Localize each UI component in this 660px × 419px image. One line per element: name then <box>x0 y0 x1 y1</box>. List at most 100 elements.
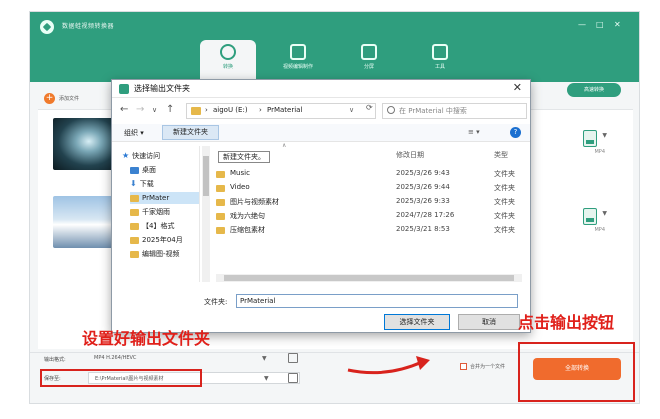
address-row: ← → ∨ ↑ › aigoU (E:) › PrMaterial ∨ ⟳ 在 … <box>112 102 530 120</box>
nav-item-folder[interactable]: 2025年04月 <box>130 234 183 246</box>
file-row[interactable]: Music 2025/3/26 9:43 文件夹 <box>216 168 516 181</box>
select-folder-button[interactable]: 选择文件夹 <box>384 314 450 330</box>
tab-convert[interactable]: 转换 <box>200 40 256 82</box>
video-thumbnail <box>53 196 118 248</box>
video-thumbnail <box>53 118 118 170</box>
merge-label: 合并为一个文件 <box>470 364 506 370</box>
folder-icon <box>130 208 139 216</box>
merge-option[interactable]: 合并为一个文件 <box>460 363 505 370</box>
close-button[interactable]: ✕ <box>614 20 621 30</box>
download-icon: ⬇ <box>130 179 137 188</box>
minimize-button[interactable]: — <box>578 20 586 30</box>
horizontal-scrollbar[interactable] <box>216 274 522 282</box>
tab-tools[interactable]: 工具 <box>412 40 468 82</box>
folder-icon <box>216 185 225 192</box>
nav-item-quick-access[interactable]: ★ 快速访问 <box>122 150 160 162</box>
column-date[interactable]: 修改日期 <box>396 150 424 160</box>
image-edit-icon <box>290 44 306 60</box>
scroll-thumb[interactable] <box>203 156 209 196</box>
folder-icon <box>191 107 201 115</box>
format-badge: MP4 <box>594 227 605 233</box>
dialog-title: 选择输出文件夹 <box>134 84 190 93</box>
search-input[interactable]: 在 PrMaterial 中搜索 <box>382 103 527 119</box>
breadcrumb-folder[interactable]: PrMaterial <box>267 106 302 114</box>
folder-icon <box>130 236 139 244</box>
nav-item-desktop[interactable]: 桌面 <box>130 164 156 176</box>
folder-name-input[interactable]: PrMaterial <box>236 294 518 308</box>
chevron-down-icon[interactable]: ∨ <box>349 106 354 114</box>
folder-icon <box>216 199 225 206</box>
column-type[interactable]: 类型 <box>494 150 508 160</box>
plus-icon: + <box>44 92 55 104</box>
folder-icon <box>130 250 139 258</box>
nav-item-folder[interactable]: 千家烟雨 <box>130 206 170 218</box>
up-arrow-icon[interactable]: ↑ <box>166 104 174 115</box>
folder-icon[interactable] <box>288 373 298 383</box>
toolbox-icon <box>432 44 448 60</box>
address-bar[interactable]: › aigoU (E:) › PrMaterial ∨ <box>186 103 376 119</box>
search-icon <box>387 106 395 114</box>
tab-tools-label: 工具 <box>434 64 445 70</box>
app-title: 数据蛙视频转换器 <box>62 23 115 30</box>
new-folder-button[interactable]: 新建文件夹 <box>162 125 219 140</box>
dialog-close-button[interactable]: ✕ <box>513 81 522 94</box>
organize-menu[interactable]: 组织 ▾ <box>124 128 144 138</box>
forward-arrow-icon[interactable]: → <box>136 104 144 115</box>
file-settings-icon[interactable] <box>288 353 298 363</box>
new-folder-tooltip: 新建文件夹。 <box>218 151 270 163</box>
tab-video-edit[interactable]: 视频编辑制作 <box>270 40 326 82</box>
app-header: 数据蛙视频转换器 — □ ✕ 转换 视频编辑制作 分屏 工具 <box>30 12 639 82</box>
breadcrumb-drive[interactable]: aigoU (E:) <box>213 106 248 114</box>
nav-item-downloads[interactable]: ⬇ 下载 <box>130 178 154 190</box>
high-speed-convert-button[interactable]: 高速转换 <box>567 83 621 97</box>
output-format-icon[interactable] <box>583 130 597 147</box>
navigation-pane: ★ 快速访问 桌面 ⬇ 下载 PrMater 千家烟雨 【4】格式 2025年0… <box>116 146 200 282</box>
app-window: 数据蛙视频转换器 — □ ✕ 转换 视频编辑制作 分屏 工具 + 添加文件 高速… <box>29 11 640 404</box>
file-row[interactable]: 压缩包素材 2025/3/21 8:53 文件夹 <box>216 224 516 237</box>
star-icon: ★ <box>122 151 130 160</box>
output-format-select[interactable]: MP4 H.264/HEVC <box>88 352 300 364</box>
dialog-title-bar: 选择输出文件夹 ✕ <box>112 80 530 98</box>
help-icon[interactable]: ? <box>510 127 521 138</box>
app-logo-icon <box>119 84 129 94</box>
annotation-click-output: 点击输出按钮 <box>518 313 615 332</box>
refresh-icon[interactable]: ⟳ <box>366 103 373 112</box>
save-path-highlight <box>40 369 202 387</box>
tab-split-screen[interactable]: 分屏 <box>341 40 397 82</box>
convert-button-highlight <box>518 342 635 402</box>
add-file-button[interactable]: + 添加文件 <box>44 92 79 104</box>
view-options-icon[interactable]: ≡ ▾ <box>468 128 480 136</box>
convert-icon <box>220 44 236 60</box>
chevron-down-icon[interactable]: ▼ <box>602 132 607 139</box>
folder-icon <box>216 171 225 178</box>
add-file-label: 添加文件 <box>59 95 80 102</box>
nav-item-folder[interactable]: 【4】格式 <box>130 220 174 232</box>
output-format-icon[interactable] <box>583 208 597 225</box>
file-row[interactable]: 戏为六绝句 2024/7/28 17:26 文件夹 <box>216 210 516 223</box>
merge-checkbox[interactable] <box>460 363 467 370</box>
maximize-button[interactable]: □ <box>596 20 604 30</box>
file-row[interactable]: 图片与视频素材 2025/3/26 9:33 文件夹 <box>216 196 516 209</box>
chevron-down-icon[interactable]: ▼ <box>264 375 269 382</box>
nav-item-prmaterial[interactable]: PrMater <box>130 192 199 204</box>
format-badge: MP4 <box>594 149 605 155</box>
split-screen-icon <box>361 44 377 60</box>
back-arrow-icon[interactable]: ← <box>120 104 128 115</box>
chevron-down-icon[interactable]: ▼ <box>602 210 607 217</box>
app-logo-icon <box>40 20 54 34</box>
chevron-down-icon[interactable]: ∨ <box>152 106 157 114</box>
folder-icon <box>130 194 139 202</box>
sort-arrow-icon: ∧ <box>282 142 287 149</box>
folder-icon <box>216 227 225 234</box>
cancel-button[interactable]: 取消 <box>458 314 520 330</box>
folder-icon <box>130 222 139 230</box>
select-output-folder-dialog: 选择输出文件夹 ✕ ← → ∨ ↑ › aigoU (E:) › PrMater… <box>111 79 531 333</box>
output-format-label: 输出格式: <box>44 357 66 363</box>
nav-item-folder[interactable]: 编辑图-视频 <box>130 248 180 260</box>
tab-convert-label: 转换 <box>222 64 233 70</box>
folder-row: 文件夹: PrMaterial <box>112 294 530 310</box>
chevron-down-icon[interactable]: ▼ <box>262 355 267 362</box>
file-row[interactable]: Video 2025/3/26 9:44 文件夹 <box>216 182 516 195</box>
nav-scrollbar[interactable] <box>202 146 210 282</box>
scroll-thumb[interactable] <box>224 275 514 281</box>
